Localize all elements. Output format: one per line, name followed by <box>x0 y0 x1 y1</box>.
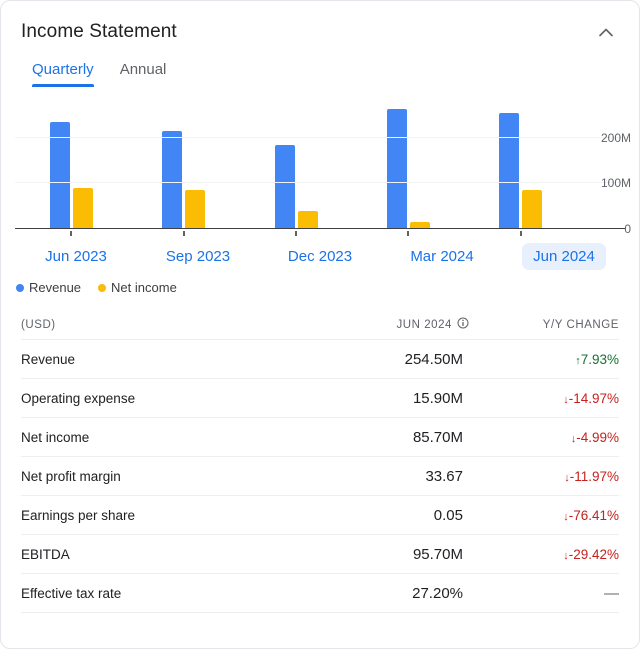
chart-bar-group[interactable] <box>127 101 239 236</box>
period-pill-3[interactable]: Mar 2024 <box>399 243 484 270</box>
row-value: 15.90M <box>412 389 463 407</box>
chart-y-tick-label: 0 <box>624 222 631 236</box>
row-label: Net profit margin <box>21 468 121 484</box>
chart-legend: Revenue Net income <box>1 270 639 295</box>
chart-bar-group[interactable] <box>15 101 127 236</box>
period-slot: Dec 2023 <box>259 243 381 270</box>
legend-label-revenue: Revenue <box>29 280 82 295</box>
period-slot: Jun 2024 <box>503 243 625 270</box>
row-change: ↓-14.97% <box>563 390 619 406</box>
arrow-down-icon: ↓ <box>563 549 569 562</box>
row-label: Earnings per share <box>21 507 136 523</box>
chart-bar-group[interactable] <box>465 101 577 236</box>
table-row: Net profit margin 33.67 ↓-11.97% <box>21 457 619 496</box>
table-row: Revenue 254.50M ↑7.93% <box>21 340 619 379</box>
page-title: Income Statement <box>21 21 177 42</box>
column-header-period-label: JUN 2024 <box>396 318 452 331</box>
row-change: ↓-4.99% <box>570 429 619 445</box>
row-change: ↓-76.41% <box>563 507 619 523</box>
column-header-change: Y/Y CHANGE <box>542 318 619 331</box>
bar-net-income[interactable] <box>185 189 206 229</box>
period-pill-2[interactable]: Dec 2023 <box>277 243 363 270</box>
table-row: EBITDA 95.70M ↓-29.42% <box>21 535 619 574</box>
bar-net-income[interactable] <box>522 189 543 229</box>
chart-x-tickmark <box>519 231 522 236</box>
row-label: Effective tax rate <box>21 585 122 601</box>
row-value: 0.05 <box>433 506 463 524</box>
chart-gridline <box>15 182 629 184</box>
chart-x-tickmark <box>295 231 298 236</box>
bar-revenue[interactable] <box>386 109 407 229</box>
tab-annual[interactable]: Annual <box>120 61 167 87</box>
card-header: Income Statement <box>1 1 639 45</box>
chart-plot-area <box>15 101 629 236</box>
column-header-period: JUN 2024 <box>306 317 491 332</box>
bar-revenue[interactable] <box>49 121 70 229</box>
legend-label-net-income: Net income <box>111 280 177 295</box>
row-value: 27.20% <box>412 584 463 602</box>
arrow-up-icon: ↑ <box>575 354 581 367</box>
arrow-down-icon: ↓ <box>563 393 569 406</box>
legend-item-revenue[interactable]: Revenue <box>16 280 81 295</box>
chevron-up-icon[interactable] <box>593 19 619 45</box>
chart-y-tick-label: 200M <box>600 130 631 145</box>
financials-table: (USD) JUN 2024 Y/Y CHANGE Revenue 254.50M… <box>21 310 619 613</box>
row-label: Operating expense <box>21 390 136 406</box>
chart-x-tickmark <box>182 231 185 236</box>
bar-net-income[interactable] <box>72 187 93 229</box>
chart-x-tickmark <box>70 231 73 236</box>
bar-net-income[interactable] <box>297 210 318 229</box>
chart-gridline <box>15 136 629 138</box>
income-statement-card: Income Statement Quarterly Annual 0 100M 2… <box>0 0 640 649</box>
row-label: EBITDA <box>21 546 70 562</box>
period-pill-0[interactable]: Jun 2023 <box>34 243 118 270</box>
row-change: ↓-11.97% <box>564 468 619 484</box>
bar-revenue[interactable] <box>499 112 520 229</box>
table-row: Earnings per share 0.05 ↓-76.41% <box>21 496 619 535</box>
row-label: Revenue <box>21 351 76 367</box>
chart-y-tick-label: 100M <box>600 176 631 191</box>
period-slot: Mar 2024 <box>381 243 503 270</box>
row-value: 85.70M <box>412 428 463 446</box>
period-type-tabs: Quarterly Annual <box>1 45 639 87</box>
row-change: ↑7.93% <box>575 351 619 367</box>
row-value: 254.50M <box>404 350 463 368</box>
bar-revenue[interactable] <box>274 145 295 229</box>
arrow-down-icon: ↓ <box>563 510 569 523</box>
info-icon[interactable] <box>457 317 469 332</box>
table-row: Effective tax rate 27.20% — <box>21 574 619 613</box>
period-pill-1[interactable]: Sep 2023 <box>155 243 241 270</box>
row-change: ↓-29.42% <box>563 546 619 562</box>
period-selector: Jun 2023 Sep 2023 Dec 2023 Mar 2024 Jun 2024 <box>15 243 625 270</box>
table-header-row: (USD) JUN 2024 Y/Y CHANGE <box>21 310 619 340</box>
legend-dot-revenue <box>16 283 24 292</box>
table-body: Revenue 254.50M ↑7.93% Operating expense 15.… <box>21 340 619 613</box>
chart-bars <box>15 101 577 236</box>
row-label: Net income <box>21 429 90 445</box>
legend-item-net-income[interactable]: Net income <box>98 280 177 295</box>
row-value: 95.70M <box>412 545 463 563</box>
income-bar-chart: 0 100M 200M <box>1 101 639 236</box>
period-slot: Jun 2023 <box>15 243 137 270</box>
chart-axis-baseline <box>15 227 625 229</box>
chart-bar-group[interactable] <box>352 101 464 236</box>
arrow-down-icon: ↓ <box>570 432 577 445</box>
legend-dot-net-income <box>98 283 107 292</box>
row-value: 33.67 <box>425 467 463 485</box>
row-change: — <box>604 584 619 602</box>
period-pill-4[interactable]: Jun 2024 <box>522 243 606 270</box>
column-header-currency: (USD) <box>21 318 56 331</box>
chart-bar-group[interactable] <box>240 101 352 236</box>
table-row: Net income 85.70M ↓-4.99% <box>21 418 619 457</box>
period-slot: Sep 2023 <box>137 243 259 270</box>
chart-x-tickmark <box>407 231 410 236</box>
arrow-down-icon: ↓ <box>564 471 570 484</box>
bar-revenue[interactable] <box>162 130 183 229</box>
tab-quarterly[interactable]: Quarterly <box>32 61 94 87</box>
table-row: Operating expense 15.90M ↓-14.97% <box>21 379 619 418</box>
